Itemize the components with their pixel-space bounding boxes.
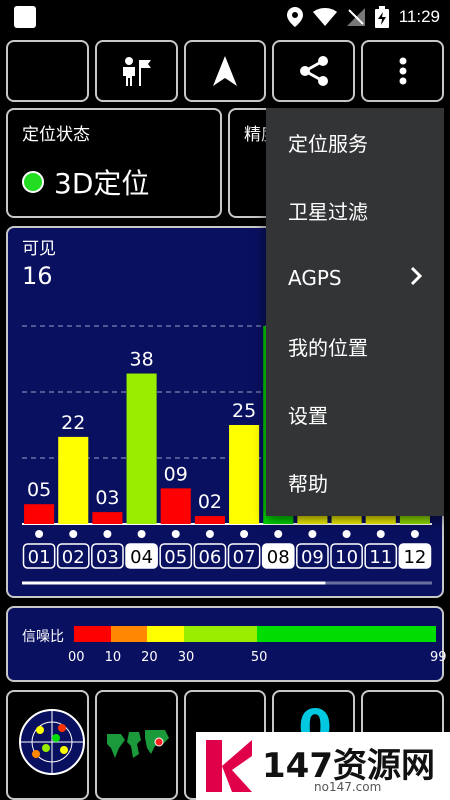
snr-value-label: 25 <box>232 400 256 422</box>
snr-value-label: 02 <box>198 491 222 513</box>
satellite-marker-dot <box>410 530 419 538</box>
snr-value-label: 09 <box>164 463 188 485</box>
snr-tick-label: 10 <box>104 650 122 665</box>
wifi-icon <box>312 8 337 26</box>
snr-tick-label: 99 <box>430 650 447 665</box>
snr-scale-segment <box>147 626 184 642</box>
no-sim-icon <box>346 8 365 26</box>
fix-status-text: 3D定位 <box>54 167 150 200</box>
menu-item-help[interactable]: 帮助 <box>266 448 444 516</box>
snr-scale-segment <box>256 626 436 642</box>
snr-value-label: 38 <box>129 349 153 371</box>
snr-bar-03 <box>92 512 123 524</box>
snr-value-label: 05 <box>27 479 51 501</box>
fix-status-title: 定位状态 <box>22 125 90 145</box>
snr-tick-label: 30 <box>177 650 195 665</box>
navigation-arrow-icon <box>212 56 237 86</box>
battery-charging-icon <box>374 6 389 28</box>
prn-label: 11 <box>369 547 392 568</box>
map-button[interactable] <box>94 40 178 102</box>
prn-label: 02 <box>62 547 85 568</box>
share-button[interactable] <box>272 40 356 102</box>
snr-value-label: 03 <box>95 487 119 509</box>
snr-tick-label: 00 <box>68 650 85 665</box>
prn-label: 05 <box>164 547 187 568</box>
snr-legend-card: 信噪比 00 10 20 30 50 99 <box>6 606 447 682</box>
satellite-marker-dot <box>342 530 351 538</box>
chevron-right-icon <box>410 266 422 286</box>
overflow-menu: 定位服务 卫星过滤 AGPS 我的位置 设置 帮助 <box>266 108 444 516</box>
notification-icon <box>14 6 36 28</box>
satellite-marker-dot <box>274 530 283 538</box>
satellite-marker-dot <box>103 530 112 538</box>
status-icons: 11:29 <box>286 4 440 30</box>
prn-label: 03 <box>96 547 119 568</box>
share-icon <box>299 56 328 86</box>
snr-tick-label: 50 <box>250 650 268 665</box>
prn-label: 04 <box>130 547 153 568</box>
menu-item-label: AGPS <box>288 266 342 290</box>
menu-item-agps[interactable]: AGPS <box>266 244 444 312</box>
clock: 11:29 <box>398 7 440 26</box>
snr-value-label: 22 <box>61 412 85 434</box>
status-bar: 11:29 <box>0 0 450 34</box>
snr-label: 信噪比 <box>22 629 64 645</box>
prn-label: 09 <box>301 547 324 568</box>
more-button[interactable] <box>361 40 444 102</box>
satellite-radar-icon <box>19 709 85 775</box>
snr-color-scale <box>74 626 436 642</box>
menu-item-label: 帮助 <box>288 471 328 496</box>
menu-item-label: 我的位置 <box>288 335 368 360</box>
snr-scale-segment <box>183 626 257 642</box>
snr-tick-label: 20 <box>141 650 158 665</box>
satellite-marker-dot <box>35 530 44 538</box>
radar-tile[interactable] <box>6 690 89 800</box>
prn-label: 12 <box>403 547 426 568</box>
menu-item-my-location[interactable]: 我的位置 <box>266 312 444 380</box>
location-icon <box>286 7 303 27</box>
snr-bar-01 <box>24 504 55 524</box>
prn-label: 08 <box>267 547 290 568</box>
snr-bar-02 <box>58 436 89 524</box>
night-mode-button[interactable] <box>6 40 89 102</box>
menu-item-label: 设置 <box>288 403 328 428</box>
person-flag-icon <box>123 57 152 86</box>
satellite-marker-dot <box>171 530 180 538</box>
fix-status-card[interactable]: 定位状态 3D定位 <box>6 108 222 218</box>
navigate-button[interactable] <box>183 40 267 102</box>
prn-label: 10 <box>335 547 358 568</box>
satellite-marker-dot <box>69 530 78 538</box>
menu-item-settings[interactable]: 设置 <box>266 380 444 448</box>
menu-item-label: 定位服务 <box>288 131 368 156</box>
satellite-marker-dot <box>376 530 385 538</box>
snr-bar-07 <box>229 425 260 524</box>
world-map-tile[interactable] <box>94 690 178 800</box>
snr-scale-segment <box>110 626 148 642</box>
snr-scale-segment <box>74 626 111 642</box>
watermark-logo-icon <box>206 740 252 792</box>
menu-item-satellite-filter[interactable]: 卫星过滤 <box>266 176 444 244</box>
world-map-icon <box>102 724 173 764</box>
satellite-marker-dot <box>205 530 214 538</box>
toolbar <box>6 40 444 102</box>
watermark: 147资源网 no147.com <box>196 732 450 800</box>
snr-bar-05 <box>160 488 191 524</box>
watermark-url: no147.com <box>314 780 382 794</box>
menu-item-location-service[interactable]: 定位服务 <box>266 108 444 176</box>
satellite-marker-dot <box>137 530 146 538</box>
prn-label: 07 <box>233 547 256 568</box>
satellite-marker-dot <box>240 530 249 538</box>
prn-label: 01 <box>28 547 51 568</box>
satellite-marker-dot <box>308 530 317 538</box>
moon-icon <box>38 58 52 84</box>
snr-bar-04 <box>126 373 157 524</box>
more-vertical-icon <box>399 57 407 85</box>
prn-label: 06 <box>198 547 221 568</box>
snr-bar-06 <box>194 516 225 524</box>
fix-indicator-icon <box>22 171 44 193</box>
fix-status-value: 3D定位 <box>22 162 149 202</box>
menu-item-label: 卫星过滤 <box>288 199 368 224</box>
